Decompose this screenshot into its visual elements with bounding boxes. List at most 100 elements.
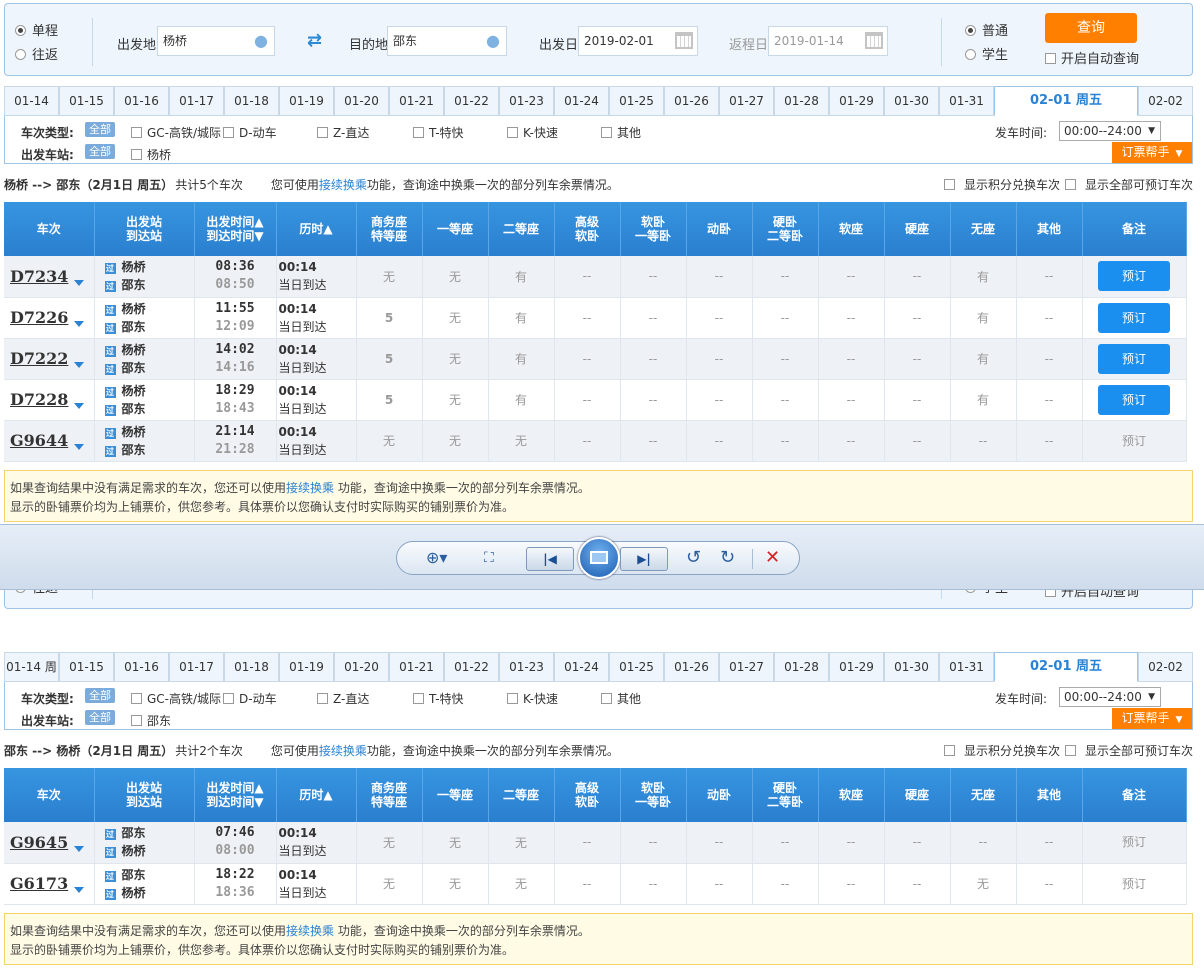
show-all-bookable-checkbox[interactable]: 显示全部可预订车次 [1065,176,1193,194]
date-tab[interactable]: 01-20 [334,86,389,116]
depart-station-option[interactable]: 杨桥 [131,146,171,163]
date-tab[interactable]: 01-17 [169,652,224,682]
date-tab[interactable]: 01-22 [444,86,499,116]
date-tab[interactable]: 02-02 [1138,86,1193,116]
date-tab[interactable]: 01-29 [829,652,884,682]
to-input[interactable]: 邵东 ● [387,26,507,56]
book-button[interactable]: 预订 [1098,384,1170,415]
booking-helper-button[interactable]: 订票帮手 ▼ [1112,708,1192,729]
train-type-option[interactable]: 其他 [601,124,641,141]
date-tab[interactable]: 01-29 [829,86,884,116]
train-number-link[interactable]: D7222 [10,349,68,368]
column-header[interactable]: 出发时间▲ 到达时间▼ [194,768,277,822]
chevron-down-icon[interactable] [74,321,85,327]
date-tab[interactable]: 01-17 [169,86,224,116]
date-tab[interactable]: 01-27 [719,652,774,682]
transfer-link[interactable]: 接续换乘 [319,178,367,192]
train-type-option[interactable]: Z-直达 [317,124,369,141]
train-number-link[interactable]: D7234 [10,267,68,286]
show-all-bookable-checkbox[interactable]: 显示全部可预订车次 [1065,742,1193,760]
rotate-right-icon[interactable]: ↻ [720,541,735,575]
date-tab[interactable]: 01-15 [59,652,114,682]
swap-icon[interactable]: ⇄ [307,30,322,51]
passenger-normal-radio[interactable]: 普通 [965,20,1008,39]
date-tab[interactable]: 01-26 [664,652,719,682]
date-tab[interactable]: 01-28 [774,86,829,116]
slideshow-button[interactable] [578,537,620,579]
date-tab[interactable]: 01-16 [114,86,169,116]
calendar-icon[interactable] [675,32,693,49]
date-tab[interactable]: 01-14 [4,86,59,116]
previous-button[interactable]: |◀ [526,547,574,571]
chevron-down-icon[interactable] [74,444,85,450]
date-tab[interactable]: 01-20 [334,652,389,682]
date-tab[interactable]: 01-15 [59,86,114,116]
chevron-down-icon[interactable] [74,403,85,409]
date-tab[interactable]: 01-31 [939,652,994,682]
column-header[interactable]: 历时▲ [276,768,357,822]
date-tab[interactable]: 02-02 [1138,652,1193,682]
date-tab[interactable]: 01-19 [279,652,334,682]
return-date-input[interactable]: 2019-01-14 [768,26,888,56]
date-tab[interactable]: 01-25 [609,652,664,682]
date-tab[interactable]: 01-30 [884,86,939,116]
transfer-link[interactable]: 接续换乘 [286,481,334,495]
auto-query-checkbox[interactable]: 开启自动查询 [1045,48,1139,67]
date-tab[interactable]: 01-26 [664,86,719,116]
depart-station-all-button[interactable]: 全部 [85,144,115,159]
train-number-link[interactable]: G9644 [10,431,68,450]
show-points-checkbox[interactable]: 显示积分兑换车次 [944,742,1060,760]
fit-to-window-icon[interactable]: ⛶ [484,541,494,575]
train-type-all-button[interactable]: 全部 [85,122,115,137]
book-button[interactable]: 预订 [1098,261,1170,292]
train-type-option[interactable]: D-动车 [223,690,277,707]
show-points-checkbox[interactable]: 显示积分兑换车次 [944,176,1060,194]
train-type-option[interactable]: GC-高铁/城际 [131,690,221,707]
date-tab[interactable]: 01-24 [554,652,609,682]
from-input[interactable]: 杨桥 ● [157,26,275,56]
trip-single-radio[interactable]: 单程 [15,20,58,39]
train-number-link[interactable]: D7228 [10,390,68,409]
train-type-option[interactable]: D-动车 [223,124,277,141]
date-tab[interactable]: 01-23 [499,652,554,682]
date-tab[interactable]: 02-01 周五 [994,86,1138,116]
depart-time-select[interactable]: 00:00--24:00 ▼ [1059,687,1161,707]
train-number-link[interactable]: G9645 [10,833,68,852]
date-tab[interactable]: 01-18 [224,86,279,116]
date-tab[interactable]: 01-31 [939,86,994,116]
date-tab[interactable]: 01-18 [224,652,279,682]
delete-icon[interactable]: ✕ [765,541,780,575]
train-type-option[interactable]: T-特快 [413,690,464,707]
date-tab[interactable]: 01-25 [609,86,664,116]
date-tab[interactable]: 01-24 [554,86,609,116]
transfer-link[interactable]: 接续换乘 [319,744,367,758]
column-header[interactable]: 历时▲ [276,202,357,256]
chevron-down-icon[interactable] [74,845,85,852]
date-tab[interactable]: 01-30 [884,652,939,682]
date-tab[interactable]: 01-14 周 [4,652,59,682]
transfer-link[interactable]: 接续换乘 [286,924,334,938]
trip-round-radio[interactable]: 往返 [15,44,58,63]
depart-date-input[interactable]: 2019-02-01 [578,26,698,56]
depart-time-select[interactable]: 00:00--24:00 ▼ [1059,121,1161,141]
date-tab[interactable]: 01-27 [719,86,774,116]
train-type-option[interactable]: K-快速 [507,124,558,141]
book-button[interactable]: 预订 [1098,302,1170,333]
depart-station-option[interactable]: 邵东 [131,712,171,729]
date-tab[interactable]: 01-28 [774,652,829,682]
chevron-down-icon[interactable] [74,887,85,893]
train-type-all-button[interactable]: 全部 [85,688,115,703]
train-type-option[interactable]: Z-直达 [317,690,369,707]
train-type-option[interactable]: 其他 [601,690,641,707]
next-button[interactable]: ▶| [620,547,668,571]
date-tab[interactable]: 01-22 [444,652,499,682]
book-button[interactable]: 预订 [1098,343,1170,374]
chevron-down-icon[interactable] [74,279,85,286]
train-number-link[interactable]: G6173 [10,874,68,893]
train-number-link[interactable]: D7226 [10,308,68,327]
date-tab[interactable]: 01-19 [279,86,334,116]
date-tab[interactable]: 01-21 [389,652,444,682]
rotate-left-icon[interactable]: ↺ [686,541,701,575]
calendar-icon[interactable] [865,32,883,49]
date-tab[interactable]: 01-21 [389,86,444,116]
